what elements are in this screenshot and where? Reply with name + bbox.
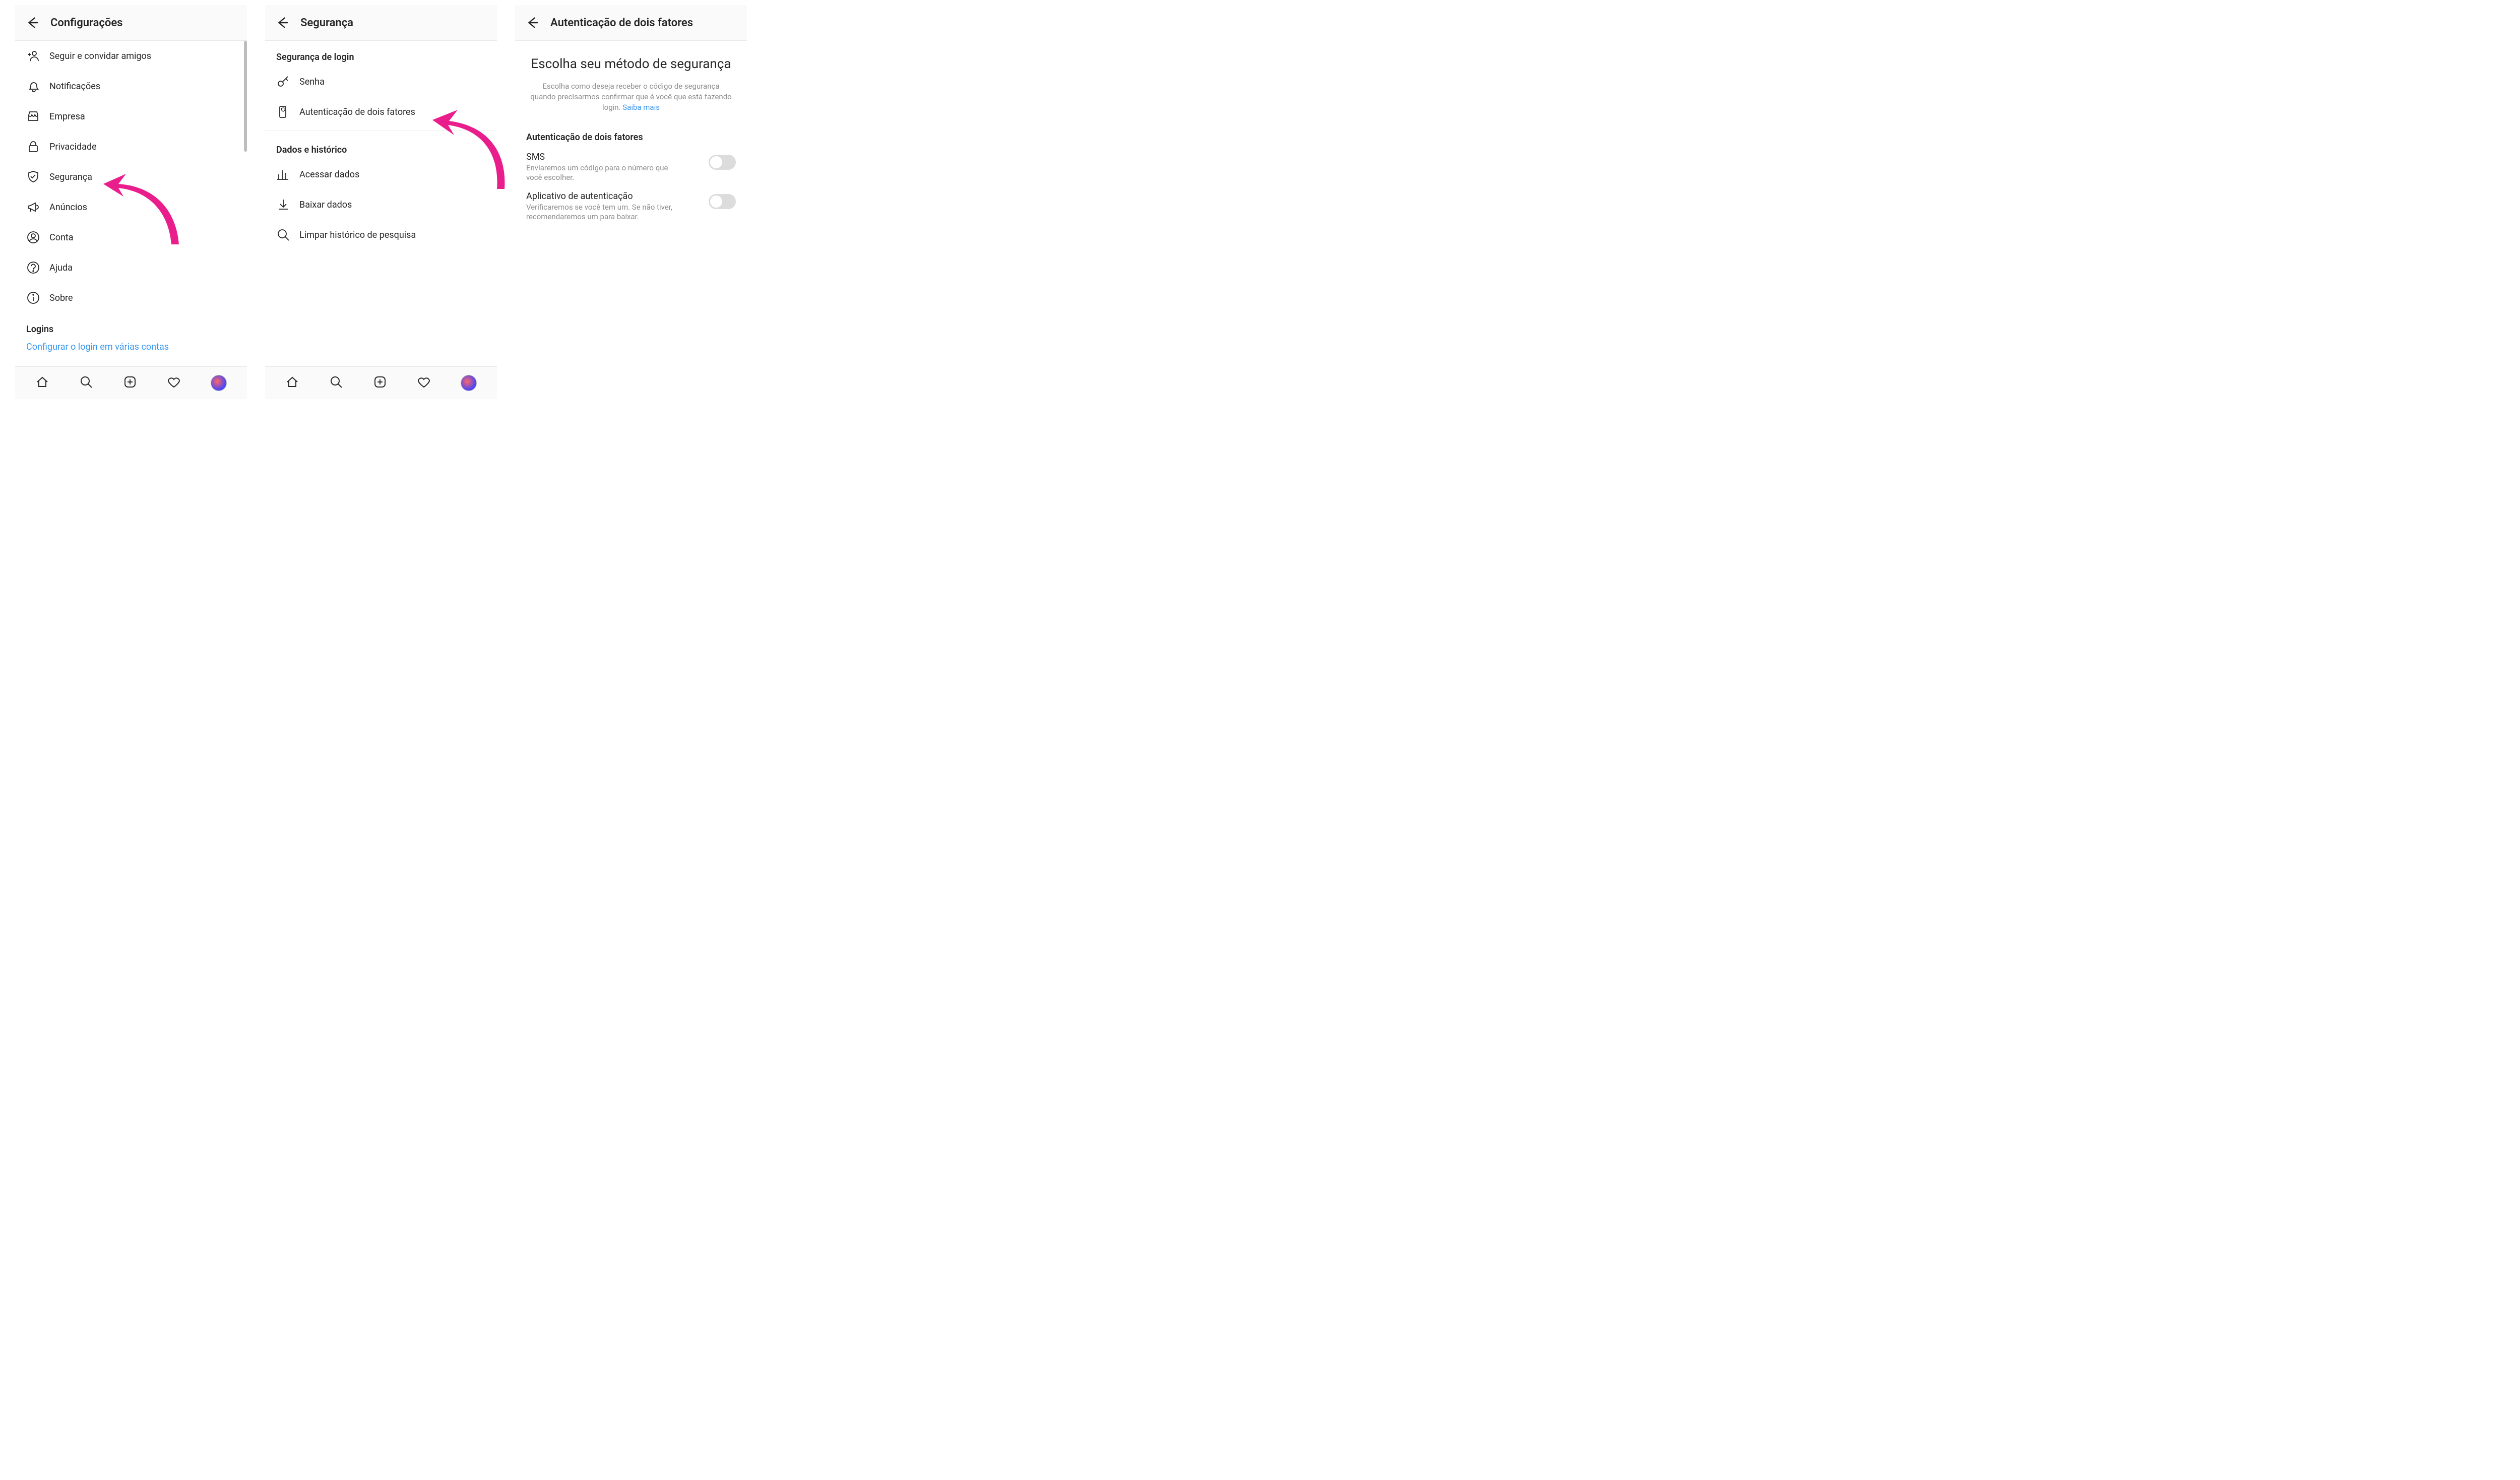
row-label: Seguir e convidar amigos <box>49 51 151 61</box>
tfa-intro: Escolha seu método de segurança Escolha … <box>515 41 747 118</box>
row-label: Sobre <box>49 293 73 303</box>
header: Autenticação de dois fatores <box>515 5 747 41</box>
help-icon <box>26 261 40 275</box>
key-icon <box>276 75 290 89</box>
toggle-auth-app[interactable] <box>709 194 736 209</box>
option-auth-app: Aplicativo de autenticação Verificaremos… <box>515 187 747 226</box>
row-label: Anúncios <box>49 202 87 213</box>
section-logins: Logins <box>15 313 247 339</box>
nav-home[interactable] <box>285 375 299 391</box>
nav-profile[interactable] <box>461 375 477 391</box>
row-label: Acessar dados <box>299 169 359 180</box>
link-config-login-multiplas-contas[interactable]: Configurar o login em várias contas <box>15 339 247 352</box>
screen-configuracoes: Configurações Seguir e convidar amigos N… <box>15 5 247 399</box>
nav-profile[interactable] <box>211 375 227 391</box>
scrollbar[interactable] <box>244 41 247 152</box>
header: Segurança <box>265 5 497 41</box>
row-sobre[interactable]: Sobre <box>15 283 247 313</box>
row-label: Privacidade <box>49 142 97 152</box>
row-label: Empresa <box>49 111 85 122</box>
row-senha[interactable]: Senha <box>265 67 497 97</box>
back-button[interactable] <box>24 15 39 30</box>
tfa-subtitle: Escolha como deseja receber o código de … <box>530 81 732 113</box>
user-icon <box>26 230 40 244</box>
nav-home[interactable] <box>35 375 49 391</box>
option-title: Aplicativo de autenticação <box>526 191 677 202</box>
option-title: SMS <box>526 152 677 162</box>
row-seguranca[interactable]: Segurança <box>15 162 247 192</box>
body: Segurança de login Senha Autenticação de… <box>265 41 497 366</box>
nav-add[interactable] <box>373 375 387 391</box>
option-sms: SMS Enviaremos um código para o número q… <box>515 148 747 187</box>
row-empresa[interactable]: Empresa <box>15 101 247 132</box>
back-button[interactable] <box>274 15 289 30</box>
body: Escolha seu método de segurança Escolha … <box>515 41 747 229</box>
row-conta[interactable]: Conta <box>15 222 247 252</box>
download-icon <box>276 198 290 212</box>
info-icon <box>26 291 40 305</box>
header-title: Configurações <box>50 17 123 29</box>
screen-seguranca: Segurança Segurança de login Senha Auten… <box>265 5 497 399</box>
nav-add[interactable] <box>123 375 137 391</box>
back-button[interactable] <box>524 15 539 30</box>
row-acessar-dados[interactable]: Acessar dados <box>265 159 497 189</box>
option-desc: Verificaremos se você tem um. Se não tiv… <box>526 203 677 222</box>
row-ajuda[interactable]: Ajuda <box>15 252 247 283</box>
megaphone-icon <box>26 200 40 214</box>
store-icon <box>26 109 40 123</box>
header: Configurações <box>15 5 247 41</box>
row-label: Autenticação de dois fatores <box>299 107 415 117</box>
row-notificacoes[interactable]: Notificações <box>15 71 247 101</box>
row-label: Limpar histórico de pesquisa <box>299 230 416 240</box>
bottom-nav <box>265 366 497 399</box>
row-label: Conta <box>49 232 74 243</box>
section-dados-historico: Dados e histórico <box>265 134 497 159</box>
divider <box>265 130 497 131</box>
toggle-sms[interactable] <box>709 155 736 170</box>
row-privacidade[interactable]: Privacidade <box>15 132 247 162</box>
screen-autenticacao-dois-fatores: Autenticação de dois fatores Escolha seu… <box>515 5 747 399</box>
nav-search[interactable] <box>79 375 93 391</box>
section-seguranca-login: Segurança de login <box>265 41 497 67</box>
bars-icon <box>276 167 290 181</box>
lock-icon <box>26 140 40 154</box>
row-limpar-historico[interactable]: Limpar histórico de pesquisa <box>265 220 497 250</box>
tfa-section-title: Autenticação de dois fatores <box>515 118 747 148</box>
search-icon <box>276 228 290 242</box>
row-seguir-convidar[interactable]: Seguir e convidar amigos <box>15 41 247 71</box>
option-desc: Enviaremos um código para o número que v… <box>526 163 677 183</box>
add-person-icon <box>26 49 40 63</box>
bell-icon <box>26 79 40 93</box>
row-label: Notificações <box>49 81 100 92</box>
nav-search[interactable] <box>329 375 343 391</box>
phone-shield-icon <box>276 105 290 119</box>
bottom-nav <box>15 366 247 399</box>
row-label: Segurança <box>49 172 92 182</box>
row-label: Ajuda <box>49 263 73 273</box>
row-label: Baixar dados <box>299 200 352 210</box>
tfa-heading: Escolha seu método de segurança <box>530 56 732 73</box>
row-anuncios[interactable]: Anúncios <box>15 192 247 222</box>
header-title: Segurança <box>300 17 353 29</box>
row-label: Senha <box>299 77 325 87</box>
body: Seguir e convidar amigos Notificações Em… <box>15 41 247 366</box>
header-title: Autenticação de dois fatores <box>550 17 693 29</box>
shield-icon <box>26 170 40 184</box>
row-autenticacao-dois-fatores[interactable]: Autenticação de dois fatores <box>265 97 497 127</box>
nav-activity[interactable] <box>167 375 181 391</box>
row-baixar-dados[interactable]: Baixar dados <box>265 189 497 220</box>
learn-more-link[interactable]: Saiba mais <box>622 103 660 112</box>
nav-activity[interactable] <box>417 375 431 391</box>
